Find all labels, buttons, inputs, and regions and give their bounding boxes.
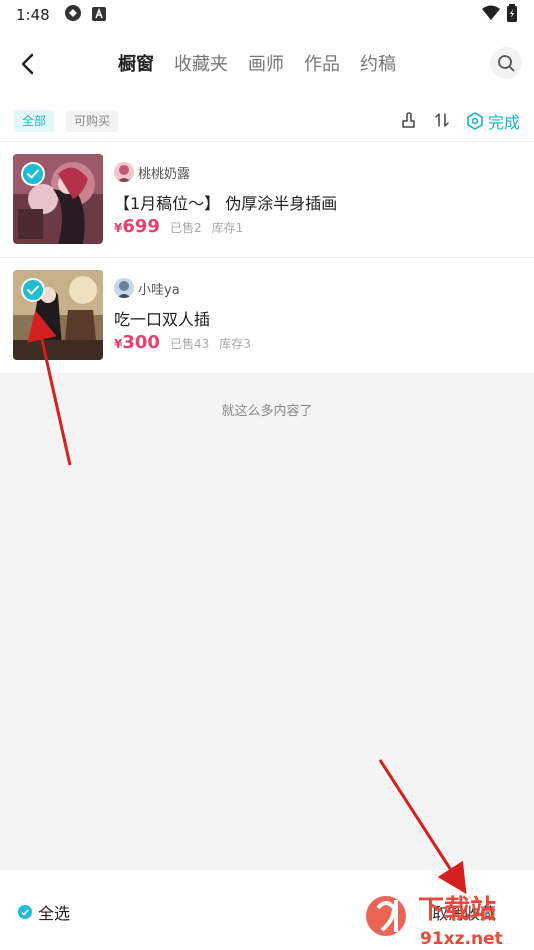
search-button[interactable] xyxy=(490,47,522,79)
author-row[interactable]: 桃桃奶露 xyxy=(114,162,190,182)
item-price: ¥699 xyxy=(114,216,160,237)
chevron-left-icon xyxy=(21,53,34,75)
tab-artists[interactable]: 画师 xyxy=(248,50,284,76)
done-label: 完成 xyxy=(488,113,521,132)
stock-count: 库存3 xyxy=(219,337,251,351)
author-name[interactable]: 小哇ya xyxy=(138,279,180,298)
selected-checkmark-icon[interactable] xyxy=(21,162,45,186)
tab-bar: 橱窗 收藏夹 画师 作品 约稿 xyxy=(118,50,396,76)
selected-checkmark-icon[interactable] xyxy=(21,278,45,302)
filter-buyable-chip[interactable]: 可购买 xyxy=(66,110,119,132)
back-button[interactable] xyxy=(14,50,42,78)
favorites-list: 桃桃奶露 【1月稿位～】 伪厚涂半身插画 ¥699 已售2 库存1 小哇ya 吃… xyxy=(0,142,534,374)
brush-icon[interactable] xyxy=(398,110,418,130)
filter-bar: 全部 可购买 完成 xyxy=(0,98,534,142)
wifi-icon xyxy=(482,5,500,25)
checkmark-icon xyxy=(18,905,32,919)
item-title[interactable]: 吃一口双人插 xyxy=(114,306,210,330)
watermark: 下载站 91xz.net xyxy=(364,886,534,950)
done-button[interactable]: 完成 xyxy=(466,109,520,133)
list-item[interactable]: 小哇ya 吃一口双人插 ¥300 已售43 库存3 xyxy=(0,258,534,374)
top-nav: 橱窗 收藏夹 画师 作品 约稿 xyxy=(0,30,534,98)
item-title[interactable]: 【1月稿位～】 伪厚涂半身插画 xyxy=(114,190,337,214)
tab-works[interactable]: 作品 xyxy=(304,50,340,76)
settings-hex-icon xyxy=(467,112,483,130)
watermark-logo-icon xyxy=(366,896,406,936)
avatar[interactable] xyxy=(114,162,134,182)
status-bar: 1:48 xyxy=(0,0,534,30)
tab-favorites[interactable]: 收藏夹 xyxy=(174,50,228,76)
sync-icon xyxy=(64,4,82,26)
sold-count: 已售2 xyxy=(169,221,202,235)
item-meta: ¥300 已售43 库存3 xyxy=(114,332,251,353)
select-all-button[interactable]: 全选 xyxy=(18,900,70,924)
annotation-arrow xyxy=(378,759,467,895)
app-notification-icon xyxy=(91,6,106,25)
author-row[interactable]: 小哇ya xyxy=(114,278,180,298)
status-time: 1:48 xyxy=(16,6,50,24)
item-price: ¥300 xyxy=(114,332,160,353)
sort-icon[interactable] xyxy=(432,110,452,130)
avatar[interactable] xyxy=(114,278,134,298)
tab-showcase[interactable]: 橱窗 xyxy=(118,50,154,76)
filter-all-chip[interactable]: 全部 xyxy=(14,110,55,132)
tab-commissions[interactable]: 约稿 xyxy=(360,50,396,76)
author-name[interactable]: 桃桃奶露 xyxy=(138,163,190,182)
end-of-list-text: 就这么多内容了 xyxy=(221,404,313,419)
watermark-brand: 下载站 xyxy=(418,895,496,925)
item-thumbnail[interactable] xyxy=(13,154,103,244)
list-item[interactable]: 桃桃奶露 【1月稿位～】 伪厚涂半身插画 ¥699 已售2 库存1 xyxy=(0,142,534,258)
stock-count: 库存1 xyxy=(211,221,244,235)
watermark-url: 91xz.net xyxy=(420,929,503,949)
item-meta: ¥699 已售2 库存1 xyxy=(114,216,243,237)
sold-count: 已售43 xyxy=(169,337,210,351)
item-thumbnail[interactable] xyxy=(13,270,103,360)
search-icon xyxy=(498,55,515,72)
select-all-label: 全选 xyxy=(38,904,71,923)
battery-icon xyxy=(506,4,518,26)
